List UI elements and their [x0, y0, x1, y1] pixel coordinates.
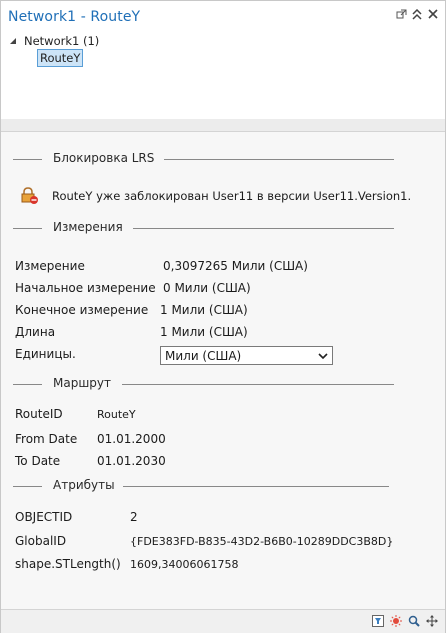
section-attributes: Атрибуты	[1, 478, 445, 494]
measure-label: Измерение	[15, 259, 85, 273]
section-measures-title: Измерения	[53, 220, 123, 234]
section-attributes-title: Атрибуты	[53, 478, 115, 492]
length-value: 1 Мили (США)	[160, 325, 248, 339]
shape-length-label: shape.STLength()	[15, 557, 121, 571]
pan-icon[interactable]	[426, 615, 438, 627]
lock-message-row: RouteY уже заблокирован User11 в версии …	[21, 187, 411, 205]
to-measure-value: 1 Мили (США)	[160, 303, 248, 317]
splitter[interactable]	[1, 119, 445, 131]
footer-toolbar	[1, 609, 445, 633]
divider	[13, 384, 42, 385]
length-label: Длина	[15, 325, 56, 339]
globalid-label: GlobalID	[15, 534, 67, 548]
section-lrs-lock-title: Блокировка LRS	[53, 151, 155, 165]
filter-icon[interactable]	[372, 615, 384, 627]
collapse-icon[interactable]	[411, 7, 423, 21]
objectid-label: OBJECTID	[15, 510, 73, 524]
units-dropdown-value: Мили (США)	[165, 348, 242, 363]
from-measure-value: 0 Мили (США)	[163, 281, 251, 295]
tree-node-route[interactable]: RouteY	[37, 49, 84, 67]
to-date-label: To Date	[15, 454, 61, 468]
measure-value: 0,3097265 Мили (США)	[163, 259, 308, 273]
attributes-pane: Network1 - RouteY Network1 (1) RouteY Бл…	[0, 0, 446, 633]
pane-title: Network1 - RouteY	[8, 9, 141, 25]
lock-icon	[21, 187, 38, 204]
divider	[13, 486, 42, 487]
flash-icon[interactable]	[390, 615, 402, 627]
globalid-value: {FDE383FD-B835-43D2-B6B0-10289DDC3B8D}	[130, 535, 394, 548]
tree-node-network-label: Network1 (1)	[24, 34, 100, 48]
feature-tree: Network1 (1) RouteY	[1, 29, 445, 119]
title-bar: Network1 - RouteY	[1, 1, 445, 29]
expand-arrow-icon[interactable]	[8, 36, 18, 46]
divider	[1, 131, 445, 132]
title-bar-icons	[395, 7, 439, 21]
divider	[164, 159, 394, 160]
route-id-label: RouteID	[15, 407, 63, 421]
to-measure-label: Конечное измерение	[15, 303, 149, 317]
route-id-value: RouteY	[97, 408, 136, 421]
footer-icons	[372, 615, 438, 627]
units-dropdown[interactable]: Мили (США)	[160, 346, 333, 365]
from-date-value: 01.01.2000	[97, 432, 166, 446]
divider	[13, 228, 42, 229]
units-label: Единицы.	[15, 347, 76, 361]
divider	[133, 228, 394, 229]
divider	[123, 486, 389, 487]
zoom-icon[interactable]	[408, 615, 420, 627]
from-date-label: From Date	[15, 432, 78, 446]
tree-node-network[interactable]: Network1 (1)	[8, 34, 99, 48]
section-lrs-lock: Блокировка LRS	[1, 151, 445, 167]
from-measure-label: Начальное измерение	[15, 281, 156, 295]
section-measures: Измерения	[1, 220, 445, 236]
selected-route-label[interactable]: RouteY	[37, 49, 84, 67]
divider	[13, 159, 42, 160]
to-date-value: 01.01.2030	[97, 454, 166, 468]
objectid-value: 2	[130, 510, 138, 524]
section-route: Маршрут	[1, 376, 445, 392]
pin-icon[interactable]	[395, 7, 407, 21]
section-route-title: Маршрут	[53, 376, 112, 390]
divider	[122, 384, 394, 385]
chevron-down-icon	[318, 353, 328, 360]
shape-length-value: 1609,34006061758	[130, 558, 239, 571]
close-icon[interactable]	[427, 7, 439, 21]
lock-message: RouteY уже заблокирован User11 в версии …	[52, 189, 412, 203]
